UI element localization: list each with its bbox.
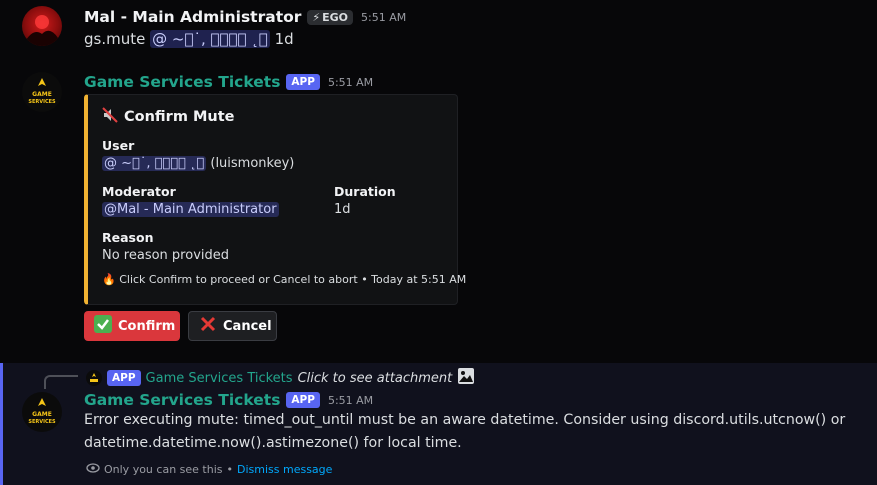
reason-field-value: No reason provided bbox=[102, 248, 230, 263]
username-bot[interactable]: Game Services Tickets bbox=[84, 391, 280, 409]
embed-footer: 🔥 Click Confirm to proceed or Cancel to … bbox=[102, 273, 466, 286]
only-you-text: Only you can see this bbox=[104, 463, 223, 476]
username-bot[interactable]: Game Services Tickets bbox=[84, 73, 280, 91]
app-badge: APP bbox=[107, 370, 141, 386]
image-icon bbox=[457, 367, 475, 389]
timestamp: 5:51 AM bbox=[327, 393, 374, 407]
command-text: gs.mute bbox=[84, 30, 146, 48]
error-line-2: datetime.datetime.now().astimezone() for… bbox=[84, 435, 462, 451]
reply-connector bbox=[44, 375, 78, 389]
timestamp: 5:51 AM bbox=[361, 10, 407, 24]
username-mal[interactable]: Mal - Main Administrator bbox=[84, 8, 301, 26]
duration-field-value: 1d bbox=[334, 202, 351, 217]
user-mention[interactable]: @ ~ ˙, 𝓕𝓲𝓼𝓱 ˛  bbox=[102, 156, 207, 171]
message-header-2: Game Services Tickets APP 5:51 AM bbox=[84, 73, 373, 91]
duration-field-label: Duration bbox=[334, 184, 396, 199]
confirm-label: Confirm bbox=[118, 318, 176, 334]
moderator-field-value: @Mal - Main Administrator bbox=[102, 202, 279, 217]
reply-text[interactable]: Click to see attachment bbox=[298, 371, 453, 386]
user-field-label: User bbox=[102, 138, 135, 153]
error-line-1: Error executing mute: timed_out_until mu… bbox=[84, 412, 846, 428]
ego-tag-label: EGO bbox=[322, 10, 349, 24]
svg-text:SERVICES: SERVICES bbox=[28, 99, 56, 105]
lightning-icon: ⚡ bbox=[312, 10, 321, 24]
app-badge: APP bbox=[286, 392, 320, 408]
cancel-label: Cancel bbox=[223, 318, 272, 334]
message-content-1: gs.mute @ ~ ˙, 𝓕𝓲𝓼𝓱 ˛  1d bbox=[84, 30, 294, 48]
svg-text:SERVICES: SERVICES bbox=[28, 419, 56, 425]
confirm-mute-embed: Confirm Mute User @ ~ ˙, 𝓕𝓲𝓼𝓱 ˛  (luismo… bbox=[84, 94, 466, 305]
svg-text:GAME: GAME bbox=[32, 411, 52, 418]
reply-username[interactable]: Game Services Tickets bbox=[146, 371, 293, 386]
avatar-bot[interactable]: GAME SERVICES bbox=[22, 392, 62, 432]
message-header-3: Game Services Tickets APP 5:51 AM bbox=[84, 391, 373, 409]
eye-icon bbox=[86, 461, 100, 478]
muted-speaker-icon bbox=[102, 107, 118, 127]
app-badge: APP bbox=[286, 74, 320, 90]
bot-mini-avatar-icon bbox=[86, 370, 102, 386]
duration-text: 1d bbox=[274, 30, 294, 48]
embed-footer-text: Click Confirm to proceed or Cancel to ab… bbox=[119, 273, 467, 286]
svg-text:GAME: GAME bbox=[32, 91, 52, 98]
confirm-button[interactable]: Confirm bbox=[84, 311, 180, 341]
reply-reference[interactable]: APP Game Services Tickets Click to see a… bbox=[86, 367, 475, 389]
avatar-mal[interactable] bbox=[22, 6, 62, 46]
dismiss-message-link[interactable]: Dismiss message bbox=[237, 463, 332, 476]
cancel-button[interactable]: Cancel bbox=[188, 311, 277, 341]
embed-title: Confirm Mute bbox=[102, 107, 235, 127]
user-handle: (luismonkey) bbox=[210, 156, 295, 171]
embed-title-text: Confirm Mute bbox=[124, 109, 235, 125]
timestamp: 5:51 AM bbox=[327, 75, 374, 89]
fire-icon: 🔥 bbox=[102, 273, 116, 286]
moderator-field-label: Moderator bbox=[102, 184, 176, 199]
user-field-value: @ ~ ˙, 𝓕𝓲𝓼𝓱 ˛  (luismonkey) bbox=[102, 156, 294, 171]
cross-icon bbox=[199, 315, 217, 337]
moderator-mention[interactable]: @Mal - Main Administrator bbox=[102, 202, 279, 217]
reason-field-label: Reason bbox=[102, 230, 154, 245]
separator: • bbox=[226, 463, 234, 476]
message-header-1: Mal - Main Administrator ⚡ EGO 5:51 AM bbox=[84, 8, 406, 26]
avatar-bot[interactable]: GAME SERVICES bbox=[22, 72, 62, 112]
ego-tag[interactable]: ⚡ EGO bbox=[307, 9, 354, 25]
user-mention[interactable]: @ ~ ˙, 𝓕𝓲𝓼𝓱 ˛  bbox=[150, 30, 270, 48]
ephemeral-note: Only you can see this • Dismiss message bbox=[86, 461, 332, 478]
check-icon bbox=[94, 315, 112, 337]
